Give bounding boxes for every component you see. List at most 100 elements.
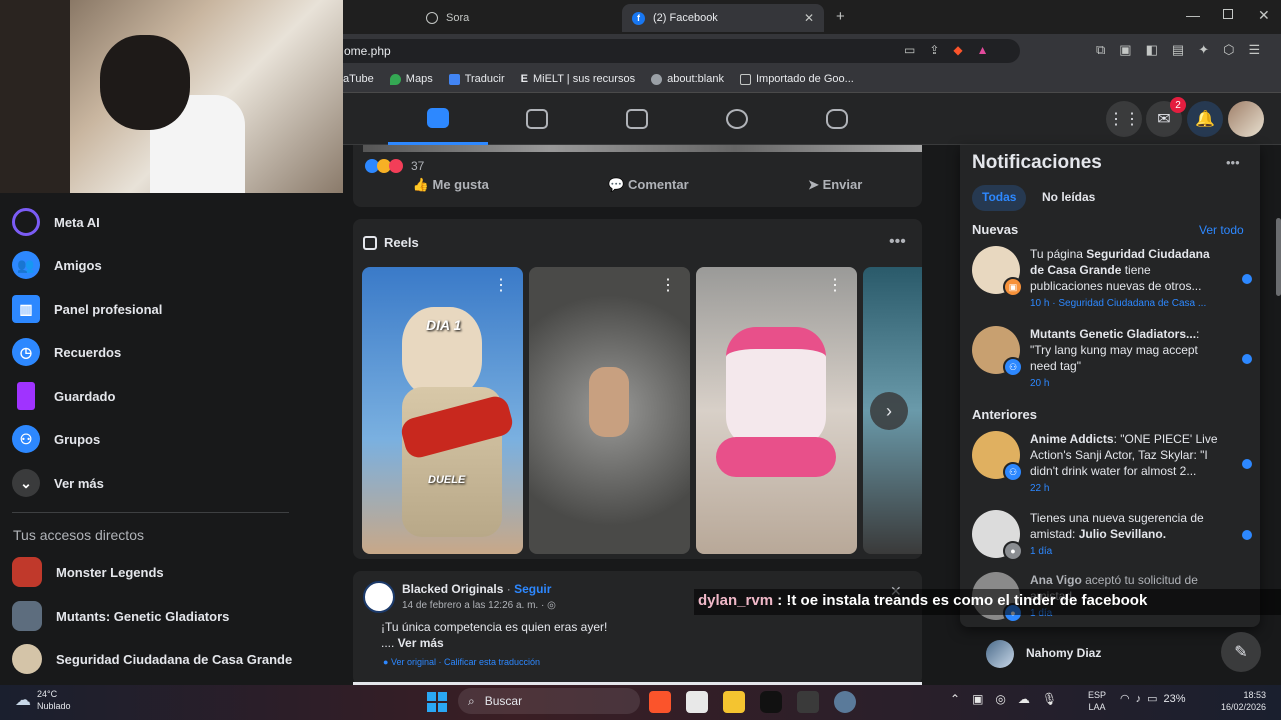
reader-icon[interactable]: ▣ xyxy=(1119,42,1131,58)
notification-item[interactable]: ⚇ Mutants Genetic Gladiators...: "Try la… xyxy=(972,326,1252,392)
shortcut-monster-legends[interactable]: Monster Legends xyxy=(12,552,164,592)
volume-icon: ♪ xyxy=(1135,692,1142,705)
like-button[interactable]: 👍 Me gusta xyxy=(413,177,489,193)
close-tab-icon[interactable]: ✕ xyxy=(804,11,814,25)
tab-facebook[interactable]: f (2) Facebook ✕ xyxy=(622,4,824,32)
tiktok-taskbar-icon[interactable] xyxy=(760,691,782,713)
send-button[interactable]: ➤ Enviar xyxy=(808,177,862,193)
author-avatar[interactable] xyxy=(363,581,395,613)
cast-icon[interactable]: ▭ xyxy=(904,43,915,57)
notifications-button[interactable]: 🔔 xyxy=(1187,101,1223,137)
menu-grid-button[interactable]: ⋮⋮ xyxy=(1106,101,1142,137)
spider-creature-body xyxy=(589,367,629,437)
taskbar-search[interactable]: ⌕ Buscar xyxy=(458,688,640,714)
chevron-up-icon[interactable]: ⌃ xyxy=(950,692,960,706)
app-taskbar-icon[interactable] xyxy=(797,691,819,713)
notification-item[interactable]: ● Tienes una nueva sugerencia de amistad… xyxy=(972,510,1252,561)
shortcut-mutants[interactable]: Mutants: Genetic Gladiators xyxy=(12,596,229,636)
post-date: 14 de febrero a las 12:26 a. m. · ◎ xyxy=(402,600,556,611)
post-date-text[interactable]: 14 de febrero a las 12:26 a. m. · xyxy=(402,600,544,611)
notifications-scrollbar[interactable] xyxy=(1276,218,1281,296)
reel-3[interactable]: ⋮ xyxy=(696,267,857,554)
sidebar-divider xyxy=(12,512,289,513)
reels-next-button[interactable]: › xyxy=(870,392,908,430)
reactions-summary[interactable]: 37 xyxy=(365,159,424,173)
see-all-link[interactable]: Ver todo xyxy=(1199,223,1244,237)
sidebar-item-guardado[interactable]: Guardado xyxy=(12,376,115,416)
reel-2[interactable]: ⋮ xyxy=(529,267,690,554)
language-indicator[interactable]: ESP LAA xyxy=(1088,689,1106,713)
bookmark-about-blank[interactable]: about:blank xyxy=(651,73,724,85)
bookmark-traducir[interactable]: Traducir xyxy=(448,73,505,85)
filter-unread[interactable]: No leídas xyxy=(1032,185,1105,211)
nav-marketplace[interactable] xyxy=(587,93,687,145)
reel-menu-icon[interactable]: ⋮ xyxy=(660,275,676,295)
brave-shield-icon[interactable]: ◆ xyxy=(953,43,962,57)
profile-avatar[interactable] xyxy=(1228,101,1264,137)
tray-sync-icon[interactable]: ◎ xyxy=(995,692,1005,706)
tray-app-icon[interactable]: ▣ xyxy=(972,692,983,706)
sidebar-item-amigos[interactable]: 👥 Amigos xyxy=(12,245,102,285)
bookmark-youtube[interactable]: aTube xyxy=(343,73,374,85)
tab-sora[interactable]: Sora xyxy=(416,4,616,32)
reel-1[interactable]: ⋮ DIA 1 DUELE xyxy=(362,267,523,554)
close-window-icon[interactable]: ✕ xyxy=(1258,7,1270,24)
weather-widget[interactable]: ☁ 24°C Nublado xyxy=(15,688,71,712)
wallet-icon[interactable]: ▤ xyxy=(1172,42,1184,58)
more-options-icon[interactable]: ••• xyxy=(889,233,906,251)
settings-taskbar-icon[interactable] xyxy=(834,691,856,713)
system-tray: ⌃ ▣ ◎ ☁ 🎙 xyxy=(950,692,1057,706)
view-original-link[interactable]: Ver original xyxy=(391,657,436,667)
bookmark-maps[interactable]: Maps xyxy=(389,73,433,85)
see-more-link[interactable]: Ver más xyxy=(398,636,444,650)
explorer-taskbar-icon[interactable] xyxy=(723,691,745,713)
minimize-icon[interactable]: — xyxy=(1186,7,1200,23)
post-author[interactable]: Blacked Originals xyxy=(402,582,503,596)
bookmark-folder-imported[interactable]: Importado de Goo... xyxy=(739,73,854,85)
new-tab-icon[interactable]: + xyxy=(836,8,845,25)
store-taskbar-icon[interactable] xyxy=(686,691,708,713)
tray-cloud-icon[interactable]: ☁ xyxy=(1018,692,1030,706)
maximize-icon[interactable] xyxy=(1223,9,1233,19)
messenger-button[interactable]: ✉ 2 xyxy=(1146,97,1186,137)
sidebar-item-panel[interactable]: ▥ Panel profesional xyxy=(12,289,162,329)
vpn-icon[interactable]: ⬡ xyxy=(1223,42,1234,58)
nav-video[interactable] xyxy=(487,93,587,145)
notification-item[interactable]: ⚇ Anime Addicts: "ONE PIECE' Live Action… xyxy=(972,431,1252,497)
nav-groups[interactable] xyxy=(687,93,787,145)
sidebar-toggle-icon[interactable]: ◧ xyxy=(1146,42,1158,58)
nav-home[interactable] xyxy=(388,93,488,145)
contact-name[interactable]: Nahomy Diaz xyxy=(1026,646,1101,660)
follow-button[interactable]: Seguir xyxy=(514,582,551,596)
comment-button[interactable]: 💬 Comentar xyxy=(608,177,689,193)
bookmark-mielt[interactable]: E MiELT | sus recursos xyxy=(521,73,635,85)
menu-icon[interactable]: ☰ xyxy=(1248,42,1260,58)
brave-rewards-icon[interactable]: ▲ xyxy=(977,43,989,57)
translation-links: ● Ver original · Calificar esta traducci… xyxy=(383,657,541,667)
reel-menu-icon[interactable]: ⋮ xyxy=(493,275,509,295)
shortcut-seguridad[interactable]: Seguridad Ciudadana de Casa Grande xyxy=(12,639,292,679)
clock[interactable]: 18:53 16/02/2026 xyxy=(1212,689,1266,713)
notification-item[interactable]: ▣ Tu página Seguridad Ciudadana de Casa … xyxy=(972,246,1252,312)
status-icons[interactable]: ◠ ♪ ▭ 23% xyxy=(1120,692,1186,706)
brave-taskbar-icon[interactable] xyxy=(649,691,671,713)
sidebar-item-ver-mas[interactable]: ⌄ Ver más xyxy=(12,463,104,503)
bookmark-label: MiELT | sus recursos xyxy=(532,73,636,85)
nav-gaming[interactable] xyxy=(787,93,887,145)
notifications-options-icon[interactable]: ••• xyxy=(1226,155,1240,170)
friends-icon: 👥 xyxy=(12,251,40,279)
microphone-icon[interactable]: 🎙 xyxy=(1042,692,1057,706)
sidebar-item-recuerdos[interactable]: ◷ Recuerdos xyxy=(12,332,121,372)
extensions-icon[interactable]: ⧉ xyxy=(1096,42,1105,58)
leo-ai-icon[interactable]: ✦ xyxy=(1198,42,1209,58)
start-button[interactable] xyxy=(427,692,447,712)
sidebar-item-label: Guardado xyxy=(54,388,116,404)
share-icon[interactable]: ⇪ xyxy=(929,43,939,57)
new-message-button[interactable]: ✎ xyxy=(1221,632,1261,672)
contact-avatar[interactable] xyxy=(986,640,1014,668)
sidebar-item-grupos[interactable]: ⚇ Grupos xyxy=(12,419,100,459)
rate-translation-link[interactable]: Calificar esta traducción xyxy=(444,657,540,667)
reel-menu-icon[interactable]: ⋮ xyxy=(827,275,843,295)
sidebar-item-meta-ai[interactable]: Meta AI xyxy=(12,202,100,242)
filter-all[interactable]: Todas xyxy=(972,185,1027,211)
